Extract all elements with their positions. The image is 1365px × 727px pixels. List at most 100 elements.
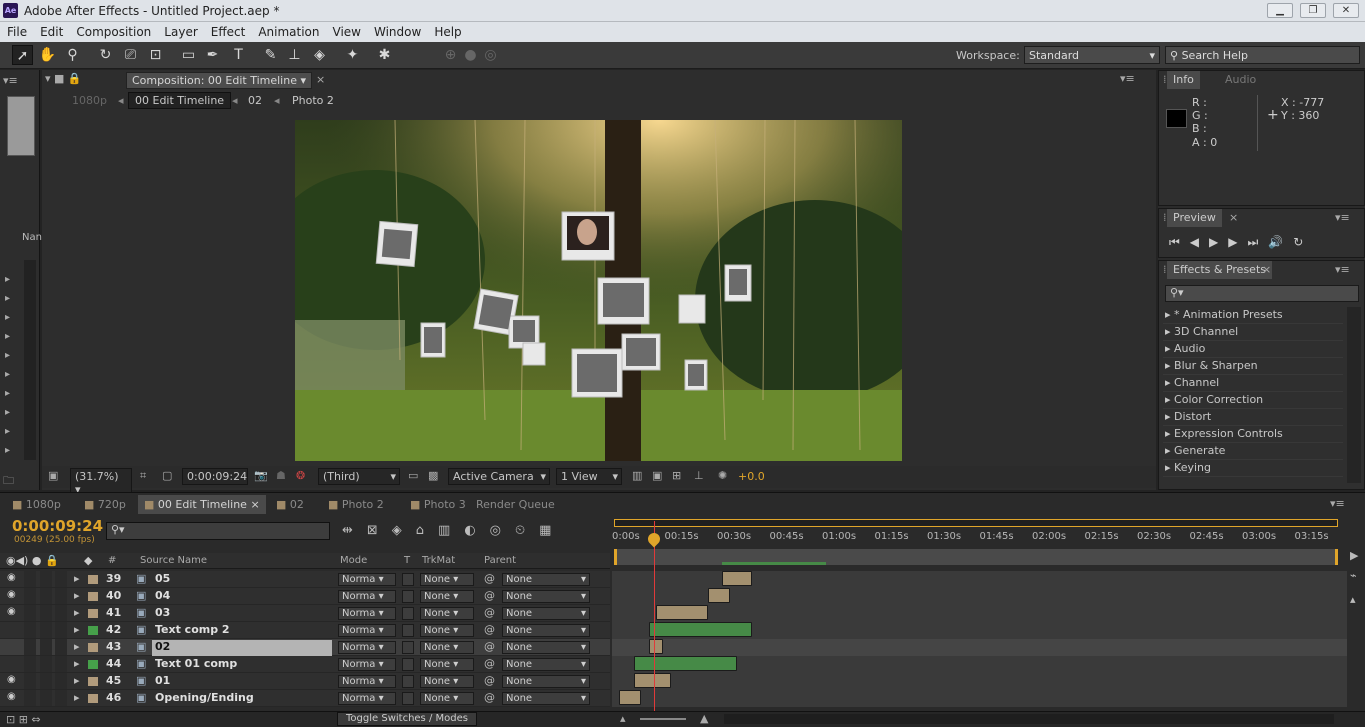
parent-dropdown[interactable]: None ▾ [502,573,590,586]
preserve-transparency-checkbox[interactable] [402,590,414,603]
playhead-line[interactable] [654,521,655,711]
trkmat-dropdown[interactable]: None ▾ [420,641,474,654]
menu-layer[interactable]: Layer [157,22,203,39]
lock-switch[interactable] [55,588,67,604]
trkmat-dropdown[interactable]: None ▾ [420,590,474,603]
project-scrollbar[interactable] [24,260,36,460]
rectangle-tool-icon[interactable]: ▭ [178,45,199,65]
solo-switch[interactable] [40,656,52,672]
preserve-transparency-checkbox[interactable] [402,692,414,705]
panel-menu-icon[interactable]: ▾≡ [1335,211,1350,224]
parent-dropdown[interactable]: None ▾ [502,675,590,688]
layer-row[interactable]: ▸ 43 ▣ 02 Norma ▾ None ▾ @ None ▾ [0,639,610,656]
layer-search-input[interactable]: ⚲▾ [106,522,330,540]
show-snapshot-icon[interactable]: ☗ [276,469,286,482]
view-axis-icon[interactable]: ◎ [480,45,501,65]
restore-button[interactable]: ❐ [1300,3,1326,18]
menu-view[interactable]: View [326,22,367,39]
expand-layer-icon[interactable]: ▸ [74,623,84,639]
lock-switch[interactable] [55,622,67,638]
layer-row[interactable]: ◉ ▸ 40 ▣ 04 Norma ▾ None ▾ @ None ▾ [0,588,610,605]
pick-whip-icon[interactable]: @ [484,589,498,605]
timeline-icon[interactable]: ⊞ [672,469,681,482]
tab-info[interactable]: Info [1167,71,1200,89]
solo-switch[interactable] [40,673,52,689]
audio-switch[interactable] [24,690,36,706]
blend-mode-dropdown[interactable]: Norma ▾ [338,624,396,637]
layer-row[interactable]: ◉ ▸ 39 ▣ 05 Norma ▾ None ▾ @ None ▾ [0,571,610,588]
menu-file[interactable]: File [0,22,33,39]
panel-menu-icon[interactable]: ▾≡ [1120,72,1135,85]
label-color[interactable] [88,592,98,601]
effects-scrollbar[interactable] [1347,307,1361,483]
menu-edit[interactable]: Edit [33,22,69,39]
layer-name[interactable]: 01 [152,674,332,690]
search-help-field[interactable]: ⚲ Search Help [1165,46,1360,64]
selection-tool-icon[interactable]: ➚ [12,45,33,65]
parent-dropdown[interactable]: None ▾ [502,624,590,637]
zoom-slider[interactable] [640,718,686,720]
close-tab-icon[interactable]: × [247,498,259,511]
tab-audio[interactable]: Audio [1219,71,1263,89]
blend-mode-dropdown[interactable]: Norma ▾ [338,641,396,654]
layer-duration-bar[interactable] [656,605,708,620]
label-color[interactable] [88,660,98,669]
tab-preview[interactable]: Preview [1167,209,1222,227]
world-axis-icon[interactable]: ● [460,45,481,65]
lock-switch[interactable] [55,639,67,655]
preserve-transparency-checkbox[interactable] [402,658,414,671]
audio-switch[interactable] [24,588,36,604]
fast-previews-icon[interactable]: ▣ [652,469,662,482]
panel-menu-icon[interactable]: ▾≡ [3,74,18,87]
axis-mode-icon[interactable]: ⊕ [440,45,461,65]
lock-switch[interactable] [55,656,67,672]
breadcrumb-edit-timeline[interactable]: 00 Edit Timeline [128,92,232,109]
layer-duration-bar[interactable] [634,673,671,688]
hand-tool-icon[interactable]: ✋ [37,45,58,65]
preserve-transparency-checkbox[interactable] [402,607,414,620]
effect-category[interactable]: ▸ Distort [1163,409,1343,426]
expand-layer-icon[interactable]: ▸ [74,640,84,656]
timeline-tab[interactable]: ■ 02 [270,495,310,514]
layer-row[interactable]: ◉ ▸ 46 ▣ Opening/Ending Norma ▾ None ▾ @ None ▾ [0,690,610,707]
eye-icon[interactable]: ◉ [7,691,19,707]
label-color[interactable] [88,575,98,584]
pick-whip-icon[interactable]: @ [484,640,498,656]
effect-category[interactable]: ▸ Channel [1163,375,1343,392]
timeline-tab[interactable]: ■ 1080p [6,495,67,514]
effect-category[interactable]: ▸ Color Correction [1163,392,1343,409]
snapshot-camera-icon[interactable]: 📷 [254,469,268,482]
workspace-dropdown[interactable]: Standard ▾ [1024,46,1160,64]
eye-icon[interactable]: ◉ [7,606,19,622]
flowchart-icon[interactable]: ⊥ [694,469,704,482]
zoom-out-icon[interactable]: ▴ [620,712,626,725]
blend-mode-dropdown[interactable]: Norma ▾ [338,692,396,705]
timeline-tab[interactable]: Render Queue [470,495,561,514]
current-time-field[interactable]: 0:00:09:24 [182,468,248,485]
solo-switch[interactable] [40,605,52,621]
timeline-tab[interactable]: ■ 720p [78,495,132,514]
timeline-tab[interactable]: ■ Photo 2 [322,495,390,514]
label-color[interactable] [88,609,98,618]
layer-name[interactable]: Opening/Ending [152,691,332,707]
timeline-timecode[interactable]: 0:00:09:24 [12,517,103,535]
eye-icon[interactable]: ◉ [7,674,19,690]
close-tab-icon[interactable]: × [1229,211,1238,224]
parent-dropdown[interactable]: None ▾ [502,641,590,654]
region-of-interest-icon[interactable]: ▭ [408,469,418,482]
col-source-name[interactable]: Source Name [140,555,207,566]
timeline-scrollbar[interactable] [724,714,1334,724]
audio-switch[interactable] [24,571,36,587]
preserve-transparency-checkbox[interactable] [402,675,414,688]
parent-dropdown[interactable]: None ▾ [502,692,590,705]
close-tab-icon[interactable]: × [1262,263,1271,276]
pen-tool-icon[interactable]: ✒ [202,45,223,65]
menu-help[interactable]: Help [427,22,467,39]
layer-name[interactable]: Text comp 2 [152,623,332,639]
comp-button-icon[interactable]: ▶ [1350,549,1358,562]
breadcrumb-1080p[interactable]: 1080p [72,94,107,107]
parent-dropdown[interactable]: None ▾ [502,590,590,603]
trkmat-dropdown[interactable]: None ▾ [420,624,474,637]
menu-effect[interactable]: Effect [204,22,252,39]
audio-switch[interactable] [24,605,36,621]
